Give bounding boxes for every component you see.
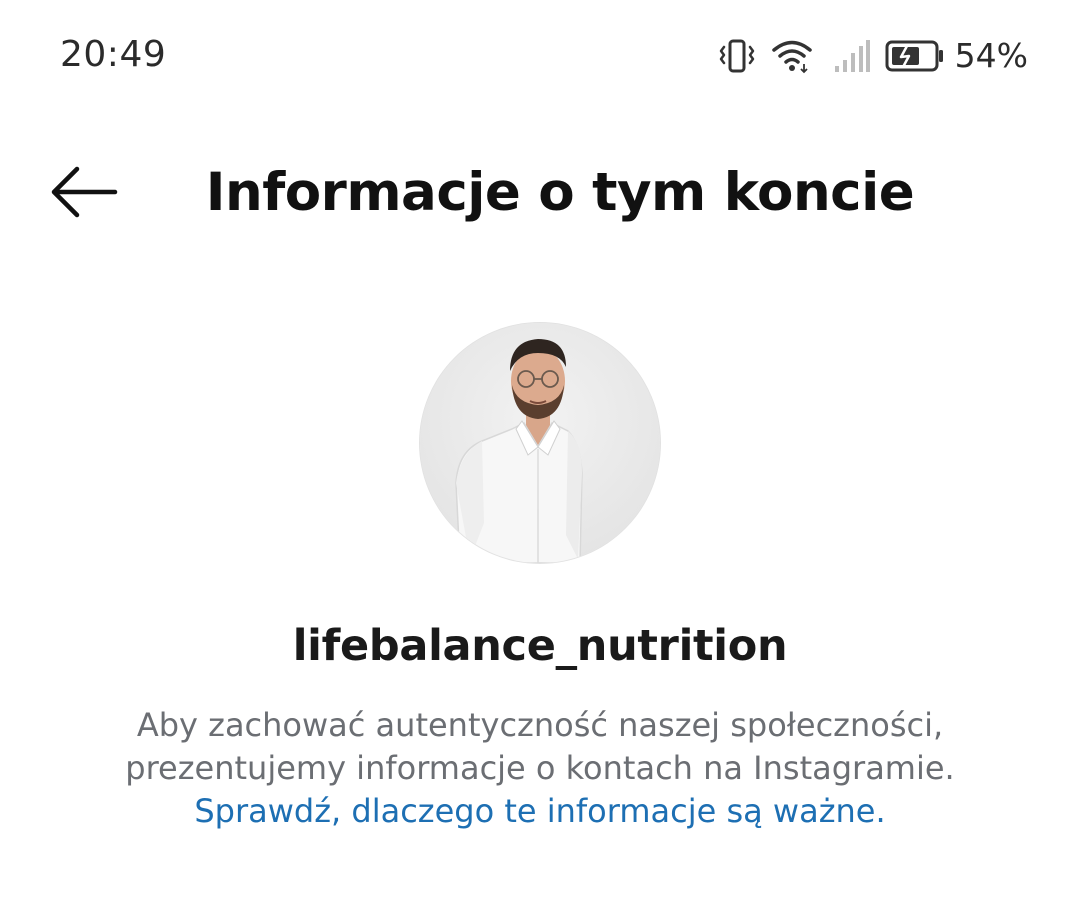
page-title: Informacje o tym koncie [205, 162, 915, 223]
username: lifebalance_nutrition [292, 621, 788, 671]
info-description: Aby zachować autentyczność naszej społec… [60, 704, 1020, 833]
vibrate-icon [717, 38, 757, 74]
info-line-1: Aby zachować autentyczność naszej społec… [136, 706, 944, 744]
battery-percent: 54% [954, 36, 1028, 75]
avatar [420, 323, 660, 563]
status-bar: 20:49 54% [0, 0, 1080, 110]
wifi-icon [771, 38, 813, 74]
back-button[interactable] [36, 154, 132, 234]
battery-saver-icon [885, 38, 945, 74]
signal-icon [833, 38, 871, 74]
info-line-2: prezentujemy informacje o kontach na Ins… [125, 749, 955, 787]
status-icons: 54% [717, 34, 1028, 78]
arrow-left-icon [49, 164, 119, 224]
learn-why-link[interactable]: Sprawdź, dlaczego te informacje są ważne… [194, 792, 885, 830]
header: Informacje o tym koncie [0, 140, 1080, 250]
status-time: 20:49 [60, 34, 167, 75]
